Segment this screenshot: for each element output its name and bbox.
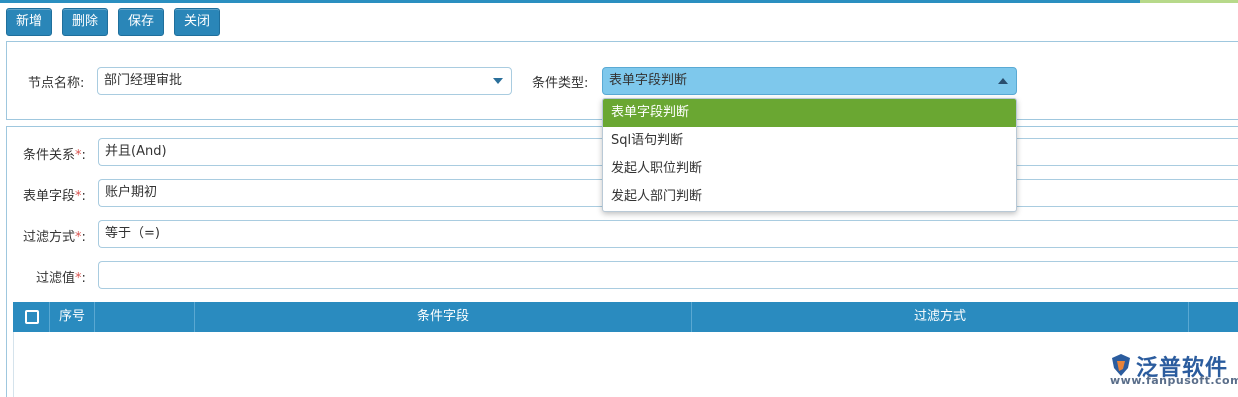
save-button[interactable]: 保存 (118, 8, 165, 36)
add-button[interactable]: 新增 (6, 8, 53, 36)
form-field-label: 表单字段*: (23, 189, 86, 204)
column-header-condition-field[interactable]: 条件字段 (195, 302, 692, 332)
brand-url: www.fanpusoft.com (1110, 374, 1238, 387)
grid-body (13, 332, 1238, 397)
grid-checkbox-column (13, 302, 50, 332)
column-header-filter-method[interactable]: 过滤方式 (692, 302, 1189, 332)
relation-label: 条件关系*: (23, 148, 86, 163)
node-name-label: 节点名称: (28, 76, 85, 91)
node-name-select[interactable]: 部门经理审批 (97, 67, 512, 95)
delete-button[interactable]: 删除 (62, 8, 109, 36)
toolbar: 新增 删除 保存 关闭 (0, 3, 1238, 39)
filter-method-field[interactable]: 等于（=) (98, 220, 1238, 248)
form-field-value: 账户期初 (105, 185, 158, 200)
condition-type-dropdown: 表单字段判断 Sql语句判断 发起人职位判断 发起人部门判断 (602, 98, 1017, 212)
filter-method-label: 过滤方式*: (23, 230, 86, 245)
condition-type-value: 表单字段判断 (609, 73, 688, 88)
chevron-up-icon[interactable] (998, 78, 1008, 84)
column-header-index[interactable]: 序号 (50, 302, 95, 332)
grid-header: 序号 条件字段 过滤方式 (13, 302, 1238, 332)
option-initiator-position[interactable]: 发起人职位判断 (603, 155, 1016, 183)
condition-type-label: 条件类型: (532, 76, 589, 91)
watermark-logo: 泛普软件 www.fanpusoft.com (1108, 350, 1238, 390)
option-sql[interactable]: Sql语句判断 (603, 127, 1016, 155)
option-form-field[interactable]: 表单字段判断 (603, 99, 1016, 127)
node-name-value: 部门经理审批 (104, 73, 183, 88)
option-initiator-department[interactable]: 发起人部门判断 (603, 183, 1016, 211)
close-button[interactable]: 关闭 (174, 8, 221, 36)
filter-method-value: 等于（=) (105, 226, 160, 241)
condition-type-select[interactable]: 表单字段判断 (602, 67, 1017, 95)
column-header-blank (95, 302, 195, 332)
chevron-down-icon[interactable] (493, 78, 503, 84)
filter-value-input[interactable] (98, 261, 1238, 289)
filter-value-label: 过滤值*: (36, 271, 86, 286)
relation-value: 并且(And) (105, 144, 167, 159)
